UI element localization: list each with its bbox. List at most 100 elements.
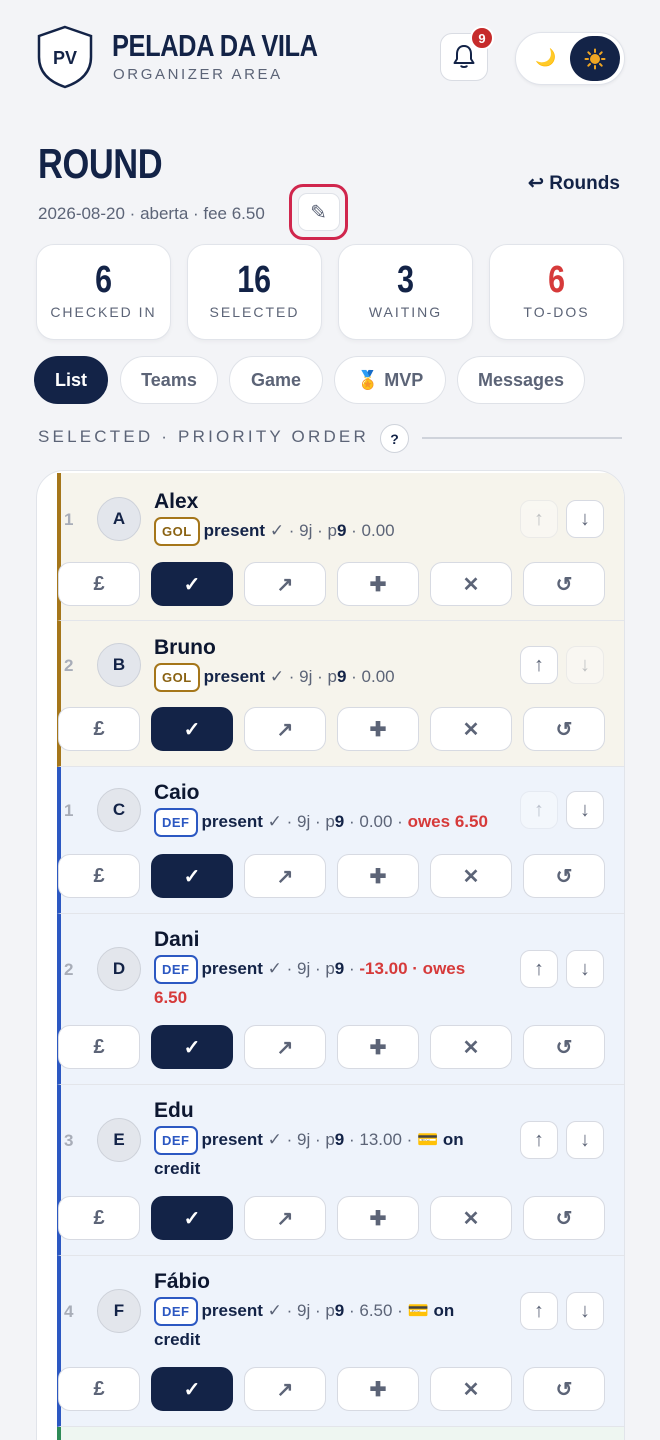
stats-text: ✓ · 9j · p xyxy=(262,1301,335,1320)
balance-text: · 0.00 xyxy=(346,667,395,686)
stat-selected: 16 SELECTED xyxy=(187,244,322,340)
payment-button[interactable]: £ xyxy=(58,562,140,606)
avatar: B xyxy=(97,643,141,687)
move-out-button[interactable]: ↗ xyxy=(244,1196,326,1240)
add-button[interactable]: ✚ xyxy=(337,854,419,898)
app-title: PELADA DA VILA xyxy=(112,28,318,63)
move-up-button[interactable]: ↑ xyxy=(520,646,558,684)
status-text: present xyxy=(201,1130,263,1149)
player-row: 4 F Fábio DEF present ✓ · 9j · p9 · 6.50 … xyxy=(57,1256,624,1427)
priority-number: 3 xyxy=(64,1131,74,1150)
payment-button[interactable]: £ xyxy=(58,707,140,751)
balance-text: · 6.50 · 💳 xyxy=(344,1301,434,1320)
remove-button[interactable]: ✕ xyxy=(430,1367,512,1411)
logo-text: PV xyxy=(53,48,77,68)
player-name: Dani xyxy=(154,928,200,951)
balance-text: · xyxy=(344,959,360,978)
add-button[interactable]: ✚ xyxy=(337,562,419,606)
reset-button[interactable]: ↺ xyxy=(523,1196,605,1240)
payment-button[interactable]: £ xyxy=(58,1025,140,1069)
move-up-button[interactable]: ↑ xyxy=(520,950,558,988)
checkin-button[interactable]: ✓ xyxy=(151,854,233,898)
position-badge: GOL xyxy=(154,517,200,547)
reset-button[interactable]: ↺ xyxy=(523,562,605,606)
player-row: 2 B Bruno GOL present ✓ · 9j · p9 · 0.00 … xyxy=(57,621,624,767)
reset-button[interactable]: ↺ xyxy=(523,707,605,751)
player-row: 2 D Dani DEF present ✓ · 9j · p9 · -13.00… xyxy=(57,914,624,1085)
tab-teams[interactable]: Teams xyxy=(120,356,218,404)
remove-button[interactable]: ✕ xyxy=(430,1196,512,1240)
checkin-button[interactable]: ✓ xyxy=(151,707,233,751)
remove-button[interactable]: ✕ xyxy=(430,854,512,898)
avatar: D xyxy=(97,947,141,991)
rounds-link[interactable]: ↩ Rounds xyxy=(528,172,620,195)
player-details: GOL present ✓ · 9j · p9 · 0.00 xyxy=(154,663,484,693)
move-down-button[interactable]: ↓ xyxy=(566,1121,604,1159)
avatar: F xyxy=(97,1289,141,1333)
player-details: DEF present ✓ · 9j · p9 · 0.00 · owes 6.5… xyxy=(154,808,514,838)
avatar: A xyxy=(97,497,141,541)
move-up-button[interactable]: ↑ xyxy=(520,1292,558,1330)
tab-mvp[interactable]: 🏅 MVP xyxy=(334,356,446,404)
checkin-button[interactable]: ✓ xyxy=(151,1196,233,1240)
owes-text: owes 6.50 xyxy=(407,812,488,831)
payment-button[interactable]: £ xyxy=(58,854,140,898)
player-details: DEF present ✓ · 9j · p9 · 13.00 · 💳 on cr… xyxy=(154,1126,484,1183)
tab-messages[interactable]: Messages xyxy=(457,356,585,404)
add-button[interactable]: ✚ xyxy=(337,1025,419,1069)
move-down-button[interactable]: ↓ xyxy=(566,950,604,988)
reset-button[interactable]: ↺ xyxy=(523,1025,605,1069)
remove-button[interactable]: ✕ xyxy=(430,707,512,751)
move-out-button[interactable]: ↗ xyxy=(244,707,326,751)
status-text: present xyxy=(203,667,266,686)
balance-text: · 13.00 · 💳 xyxy=(344,1130,443,1149)
player-row xyxy=(57,1427,624,1440)
move-down-button[interactable]: ↓ xyxy=(566,500,604,538)
checkin-button[interactable]: ✓ xyxy=(151,1367,233,1411)
position-badge: DEF xyxy=(154,1297,198,1327)
move-out-button[interactable]: ↗ xyxy=(244,1025,326,1069)
reset-button[interactable]: ↺ xyxy=(523,854,605,898)
move-down-button[interactable]: ↓ xyxy=(566,646,604,684)
sun-option[interactable] xyxy=(570,36,620,81)
stats-text: ✓ · 9j · p xyxy=(265,667,337,686)
add-button[interactable]: ✚ xyxy=(337,707,419,751)
priority-value: 9 xyxy=(334,1130,345,1149)
remove-button[interactable]: ✕ xyxy=(430,562,512,606)
move-down-button[interactable]: ↓ xyxy=(566,791,604,829)
checkin-button[interactable]: ✓ xyxy=(151,1025,233,1069)
move-up-button[interactable]: ↑ xyxy=(520,500,558,538)
add-button[interactable]: ✚ xyxy=(337,1367,419,1411)
payment-button[interactable]: £ xyxy=(58,1196,140,1240)
status-text: present xyxy=(201,1301,263,1320)
player-name: Alex xyxy=(154,490,199,513)
moon-icon[interactable]: 🌙 xyxy=(535,48,556,68)
bell-icon xyxy=(453,45,475,68)
edit-round-button[interactable]: ✎ xyxy=(289,184,348,240)
stats-text: ✓ · 9j · p xyxy=(265,521,337,540)
move-up-button[interactable]: ↑ xyxy=(520,1121,558,1159)
move-down-button[interactable]: ↓ xyxy=(566,1292,604,1330)
tab-list[interactable]: List xyxy=(34,356,108,404)
add-button[interactable]: ✚ xyxy=(337,1196,419,1240)
checkin-button[interactable]: ✓ xyxy=(151,562,233,606)
move-out-button[interactable]: ↗ xyxy=(244,1367,326,1411)
stat-value: 3 xyxy=(397,259,414,301)
stat-label: TO-DOS xyxy=(523,304,590,320)
priority-number: 2 xyxy=(64,656,74,675)
move-up-button[interactable]: ↑ xyxy=(520,791,558,829)
avatar: C xyxy=(97,788,141,832)
position-badge: DEF xyxy=(154,1126,198,1156)
stat-label: CHECKED IN xyxy=(50,304,157,320)
tab-game[interactable]: Game xyxy=(229,356,323,404)
reset-button[interactable]: ↺ xyxy=(523,1367,605,1411)
balance-text: · 0.00 xyxy=(346,521,395,540)
remove-button[interactable]: ✕ xyxy=(430,1025,512,1069)
move-out-button[interactable]: ↗ xyxy=(244,854,326,898)
move-out-button[interactable]: ↗ xyxy=(244,562,326,606)
payment-button[interactable]: £ xyxy=(58,1367,140,1411)
stat-checked-in: 6 CHECKED IN xyxy=(36,244,171,340)
player-list: 1 A Alex GOL present ✓ · 9j · p9 · 0.00 ↑… xyxy=(36,470,625,1440)
help-button[interactable]: ? xyxy=(380,424,409,453)
stat-value: 6 xyxy=(548,259,565,301)
